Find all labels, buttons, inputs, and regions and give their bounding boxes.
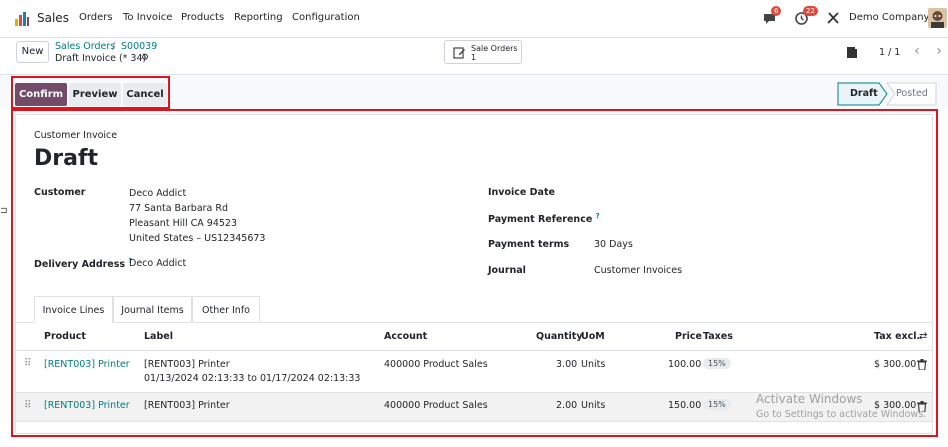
breadcrumb-sales-orders[interactable]: Sales Orders	[55, 41, 115, 52]
status-draft[interactable]: Draft	[850, 88, 878, 99]
edge-marker-icon: ⊐	[0, 206, 8, 216]
line-tax-badge[interactable]: 15%	[703, 358, 731, 369]
activate-windows-subtitle: Go to Settings to activate Windows.	[756, 409, 927, 420]
pager-next-button[interactable]: ›	[928, 41, 948, 63]
debug-tools-icon[interactable]	[827, 12, 839, 27]
line-product[interactable]: [RENT003] Printer	[44, 400, 130, 411]
edit-document-icon	[453, 46, 466, 62]
customer-address-line: 77 Santa Barbara Rd	[129, 203, 229, 214]
line-price[interactable]: 150.00	[668, 400, 701, 411]
delivery-address-label: Delivery Address ?	[34, 257, 133, 271]
customer-name[interactable]: Deco Addict	[129, 188, 186, 199]
breadcrumb-separator: /	[112, 41, 116, 52]
company-switcher[interactable]: Demo Company	[849, 12, 929, 23]
app-name[interactable]: Sales	[37, 11, 69, 25]
sale-orders-smart-button[interactable]: Sale Orders 1	[444, 40, 522, 64]
status-posted[interactable]: Posted	[896, 88, 928, 99]
pager-value[interactable]: 1 / 1	[879, 47, 900, 58]
tab-other-info[interactable]: Other Info	[192, 296, 260, 323]
tab-invoice-lines[interactable]: Invoice Lines	[34, 296, 113, 323]
line-uom[interactable]: Units	[581, 359, 605, 370]
table-row-divider	[16, 421, 932, 422]
column-header-label[interactable]: Label	[144, 331, 173, 342]
column-header-tax-excl[interactable]: Tax excl.	[874, 331, 920, 342]
line-uom[interactable]: Units	[581, 400, 605, 411]
smart-button-label: Sale Orders	[471, 44, 518, 53]
preview-button[interactable]: Preview	[69, 83, 121, 106]
confirm-button[interactable]: Confirm	[15, 83, 67, 106]
drag-handle-icon[interactable]: ⠿	[24, 400, 31, 411]
activities-badge: 22	[803, 6, 818, 16]
journal-label: Journal	[488, 265, 526, 276]
menu-products[interactable]: Products	[181, 12, 224, 23]
line-tax-badge[interactable]: 15%	[703, 399, 731, 410]
invoice-state-title: Draft	[34, 146, 99, 171]
bookmark-icon[interactable]	[846, 46, 858, 62]
payment-reference-field[interactable]	[594, 209, 914, 225]
new-button[interactable]: New	[16, 41, 49, 63]
tab-journal-items[interactable]: Journal Items	[113, 296, 192, 323]
menu-to-invoice[interactable]: To Invoice	[123, 12, 172, 23]
line-label[interactable]: [RENT003] Printer	[144, 400, 230, 411]
optional-columns-icon[interactable]: ⇄	[919, 331, 927, 342]
column-header-taxes[interactable]: Taxes	[703, 331, 733, 342]
line-quantity[interactable]: 2.00	[556, 400, 577, 411]
trash-icon[interactable]	[917, 359, 927, 373]
column-header-price[interactable]: Price	[675, 331, 702, 342]
line-quantity[interactable]: 3.00	[556, 359, 577, 370]
user-avatar[interactable]	[928, 8, 947, 28]
invoice-date-label: Invoice Date	[488, 187, 555, 198]
payment-terms-field[interactable]: 30 Days	[594, 239, 633, 250]
column-header-product[interactable]: Product	[44, 331, 86, 342]
line-label-dates[interactable]: 01/13/2024 02:13:33 to 01/17/2024 02:13:…	[144, 373, 360, 384]
line-account[interactable]: 400000 Product Sales	[384, 400, 488, 411]
line-price[interactable]: 100.00	[668, 359, 701, 370]
line-account[interactable]: 400000 Product Sales	[384, 359, 488, 370]
sales-app-icon[interactable]	[14, 11, 30, 30]
pager-previous-button[interactable]: ‹	[906, 41, 928, 63]
menu-orders[interactable]: Orders	[79, 12, 113, 23]
messages-icon[interactable]: 6	[763, 6, 782, 28]
activities-icon[interactable]: 22	[795, 6, 818, 28]
journal-field[interactable]: Customer Invoices	[594, 265, 682, 276]
line-label[interactable]: [RENT003] Printer	[144, 359, 230, 370]
control-panel: New Sales Orders / S00039 Draft Invoice …	[0, 38, 948, 75]
move-type-label: Customer Invoice	[34, 130, 118, 141]
cancel-button[interactable]: Cancel	[123, 83, 167, 106]
activate-windows-title: Activate Windows	[756, 392, 863, 406]
line-product[interactable]: [RENT003] Printer	[44, 359, 130, 370]
top-navbar: Sales Orders To Invoice Products Reporti…	[0, 0, 948, 38]
payment-reference-label: Payment Reference ?	[488, 212, 600, 226]
customer-address-line: Pleasant Hill CA 94523	[129, 218, 238, 229]
column-header-account[interactable]: Account	[384, 331, 427, 342]
customer-label: Customer	[34, 187, 86, 198]
drag-handle-icon[interactable]: ⠿	[24, 358, 31, 369]
menu-configuration[interactable]: Configuration	[292, 12, 360, 23]
smart-button-count: 1	[471, 53, 477, 62]
column-header-uom[interactable]: UoM	[581, 331, 605, 342]
menu-reporting[interactable]: Reporting	[234, 12, 283, 23]
gear-icon[interactable]: ⚙	[141, 53, 149, 63]
payment-terms-label: Payment terms	[488, 239, 570, 250]
line-subtotal: $ 300.00	[874, 359, 917, 370]
customer-address-line: United States – US12345673	[129, 233, 266, 244]
table-row[interactable]	[16, 351, 932, 392]
invoice-date-field[interactable]	[594, 183, 914, 199]
breadcrumb-order[interactable]: S00039	[121, 41, 157, 52]
delivery-address-field[interactable]: Deco Addict	[129, 258, 186, 269]
breadcrumb-current: Draft Invoice (* 34)	[55, 53, 147, 64]
form-statusbar: Confirm Preview Cancel Draft Posted	[0, 76, 948, 109]
messages-badge: 6	[771, 6, 782, 16]
column-header-quantity[interactable]: Quantity	[536, 331, 583, 342]
